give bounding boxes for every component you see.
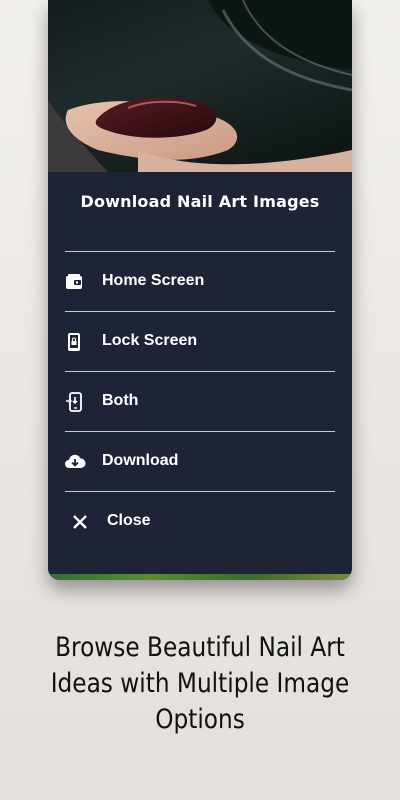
lock-screen-option[interactable]: Lock Screen <box>48 313 352 371</box>
divider <box>65 371 335 372</box>
lock-phone-icon <box>64 332 84 352</box>
lock-screen-label: Lock Screen <box>102 332 198 349</box>
divider <box>65 431 335 432</box>
close-option[interactable]: Close <box>48 493 352 551</box>
phone-transfer-icon <box>64 392 84 412</box>
phone-frame: Download Nail Art Images Home Screen Loc… <box>48 0 352 580</box>
caption-line: Browse Beautiful Nail Art <box>55 632 345 663</box>
promo-caption: Browse Beautiful Nail Art Ideas with Mul… <box>28 630 372 738</box>
both-option[interactable]: Both <box>48 373 352 431</box>
download-options-sheet: Download Nail Art Images Home Screen Loc… <box>48 172 352 580</box>
divider <box>65 311 335 312</box>
home-screen-label: Home Screen <box>102 272 205 289</box>
background-content-strip <box>48 574 352 580</box>
caption-line: Ideas with Multiple Image <box>50 668 350 699</box>
download-option[interactable]: Download <box>48 433 352 491</box>
caption-line: Options <box>155 704 245 735</box>
close-label: Close <box>107 512 151 529</box>
both-label: Both <box>102 392 139 409</box>
divider <box>65 491 335 492</box>
wallet-icon <box>64 272 84 292</box>
sheet-title: Download Nail Art Images <box>80 192 320 211</box>
download-label: Download <box>102 452 179 469</box>
divider <box>65 251 335 252</box>
close-icon <box>70 512 90 532</box>
cloud-download-icon <box>64 452 86 472</box>
home-screen-option[interactable]: Home Screen <box>48 253 352 311</box>
nail-art-preview-image <box>48 0 352 172</box>
